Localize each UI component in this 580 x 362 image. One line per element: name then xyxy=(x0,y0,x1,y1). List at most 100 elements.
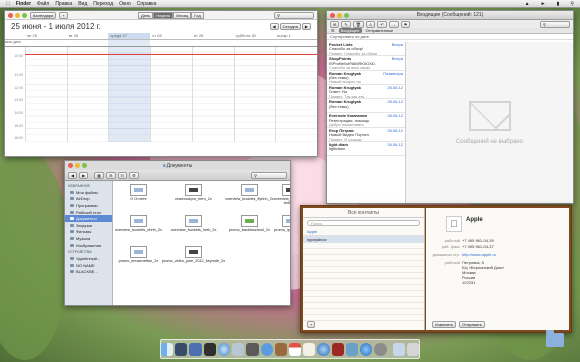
iphoto-icon[interactable] xyxy=(345,343,359,356)
share-button[interactable]: Отправить xyxy=(459,321,485,328)
forward-button[interactable]: ▶ xyxy=(79,171,89,179)
messages-icon[interactable] xyxy=(260,343,273,356)
tab-sent[interactable]: Отправленные xyxy=(366,28,394,33)
minimize-icon[interactable] xyxy=(75,163,80,168)
next-week-button[interactable]: ▶ xyxy=(301,23,311,30)
apple-menu-icon[interactable]:  xyxy=(6,1,10,7)
safari-icon[interactable] xyxy=(217,343,231,356)
day-column[interactable] xyxy=(191,47,234,142)
calendars-button[interactable]: Календари xyxy=(30,11,57,19)
file-item[interactable]: promo_backtoschool_2x xyxy=(225,215,274,246)
close-icon[interactable] xyxy=(8,13,13,18)
list-item[interactable]: Pocket Lists Вчера Спасибо за обзор! Привет… xyxy=(327,42,405,57)
file-item[interactable]: О Отчете xyxy=(115,184,162,215)
tab-month[interactable]: Месяц xyxy=(173,11,192,19)
menu-window[interactable]: Окно xyxy=(119,1,131,7)
view-list-button[interactable]: ☰ xyxy=(105,171,116,179)
list-item[interactable]: ShopPoints Вчера tSProfile!lolPAIl6RK0OXD.… xyxy=(327,56,405,71)
dashboard-icon[interactable] xyxy=(203,343,216,356)
sidebar-item-music[interactable]: Музыка xyxy=(65,235,112,242)
back-button[interactable]: ◀ xyxy=(68,171,78,179)
list-item[interactable]: Егор Петров 26.06.12 Новый Видео Портал При… xyxy=(327,128,405,143)
menu-view[interactable]: Вид xyxy=(78,1,87,7)
sidebar-item-blackberry[interactable]: BLACKBE... xyxy=(65,269,112,276)
sidebar-item-remote-disc[interactable]: Удалённый... xyxy=(65,255,112,262)
prev-week-button[interactable]: ◀ xyxy=(269,23,279,30)
week-grid[interactable]: 10:00 11:00 12:00 13:00 14:00 15:00 16:00 xyxy=(5,47,317,142)
file-item[interactable]: overview_buckets_f tedh_2x xyxy=(274,184,290,215)
minimize-icon[interactable] xyxy=(15,13,20,18)
photo-booth-icon[interactable] xyxy=(331,343,344,356)
reply-button[interactable]: ↶ xyxy=(377,20,387,28)
sidebar-item-my-files[interactable]: Мои файлы xyxy=(65,189,112,196)
facetime-icon[interactable] xyxy=(246,343,259,356)
day-column[interactable] xyxy=(25,47,67,142)
list-item[interactable]: Roman Krugtyak Позавчера (без темы) Новый в… xyxy=(327,71,405,85)
add-event-button[interactable]: + xyxy=(59,11,68,19)
tab-year[interactable]: Год xyxy=(191,11,204,19)
desktop-folder-icon[interactable] xyxy=(546,330,564,347)
file-item[interactable]: promo_video_june_2012_keynote_2x xyxy=(162,246,225,277)
mailboxes-toggle[interactable]: ☰ xyxy=(331,28,335,33)
day-column[interactable] xyxy=(150,47,192,142)
mission-control-icon[interactable] xyxy=(189,343,202,356)
file-item[interactable]: overview_buckets_nhhh_2x xyxy=(115,215,162,246)
arrange-button[interactable]: ☷ xyxy=(117,171,128,179)
day-column[interactable] xyxy=(275,47,317,142)
flag-button[interactable]: ⚑ xyxy=(400,20,411,28)
sidebar-item-airdrop[interactable]: AirDrop xyxy=(65,196,112,203)
downloads-stack-icon[interactable] xyxy=(392,343,405,356)
contacts-group[interactable]: Apple xyxy=(303,228,424,236)
minimize-icon[interactable] xyxy=(337,13,342,18)
junk-button[interactable]: ⚠ xyxy=(365,20,376,28)
list-item[interactable]: Roman Krugtyak 26.06.12 Ответ: No Привет, Т… xyxy=(327,85,405,100)
calendar-icon[interactable] xyxy=(289,343,302,356)
wifi-icon[interactable]: ▲ xyxy=(525,1,530,7)
finder-icon[interactable] xyxy=(161,343,174,356)
list-item[interactable]: light diam 26.06.12 lightdiam xyxy=(327,142,405,157)
sidebar-item-movies[interactable]: Фильмы xyxy=(65,229,112,236)
sidebar-item-no-name[interactable]: NO NAME xyxy=(65,262,112,269)
sidebar-item-downloads[interactable]: Загрузки xyxy=(65,222,112,229)
sidebar-item-pictures[interactable]: Изображения xyxy=(65,242,112,249)
mail-search[interactable]: ⚲ xyxy=(540,20,570,28)
zoom-icon[interactable] xyxy=(344,13,349,18)
file-item[interactable]: overview_buckets_flyhhh_2x xyxy=(225,184,274,215)
file-item[interactable]: promo_imusenetton_2x xyxy=(115,246,162,277)
tab-week[interactable]: Неделя xyxy=(153,11,174,19)
contacts-search-input[interactable]: Поиск xyxy=(307,220,420,226)
add-contact-button[interactable]: + xyxy=(307,321,316,328)
sidebar-item-applications[interactable]: Программы xyxy=(65,202,112,209)
contact-list-item[interactable]: ngoryainov xyxy=(303,236,424,243)
all-day-row[interactable]: весь день xyxy=(5,40,317,47)
launchpad-icon[interactable] xyxy=(175,343,188,356)
file-item[interactable]: promo_ipadfreq_2x xyxy=(274,215,290,246)
edit-button[interactable]: Изменить xyxy=(432,321,457,328)
compose-button[interactable]: ✎ xyxy=(341,20,351,28)
list-item[interactable]: Evernote Компания 26.06.12 Регистрация, по… xyxy=(327,113,405,128)
day-column[interactable] xyxy=(233,47,276,142)
menu-file[interactable]: Файл xyxy=(37,1,49,7)
close-icon[interactable] xyxy=(330,13,335,18)
zoom-icon[interactable] xyxy=(22,13,27,18)
view-icons-button[interactable]: ▦ xyxy=(94,171,104,179)
delete-button[interactable]: 🗑 xyxy=(352,20,364,28)
volume-icon[interactable]: ► xyxy=(541,1,546,7)
spotlight-icon[interactable]: ⚲ xyxy=(570,1,574,7)
close-icon[interactable] xyxy=(68,163,73,168)
system-preferences-icon[interactable] xyxy=(374,343,387,356)
app-store-icon[interactable] xyxy=(360,343,373,356)
file-item[interactable]: overview_buckets_heth_2x xyxy=(162,215,225,246)
sidebar-item-desktop[interactable]: Рабочий стол xyxy=(65,209,112,216)
itunes-icon[interactable] xyxy=(317,343,330,356)
zoom-icon[interactable] xyxy=(82,163,87,168)
forward-button[interactable]: → xyxy=(388,20,399,28)
finder-search[interactable]: ⚲ xyxy=(251,171,287,179)
trash-icon[interactable] xyxy=(406,343,419,356)
reminders-icon[interactable] xyxy=(303,343,316,356)
sidebar-item-documents[interactable]: Документы xyxy=(65,215,112,222)
calendar-search[interactable]: ⚲ xyxy=(274,11,314,19)
day-column-today[interactable] xyxy=(108,47,151,142)
menu-go[interactable]: Переход xyxy=(93,1,113,7)
battery-icon[interactable]: ▮ xyxy=(557,1,560,7)
